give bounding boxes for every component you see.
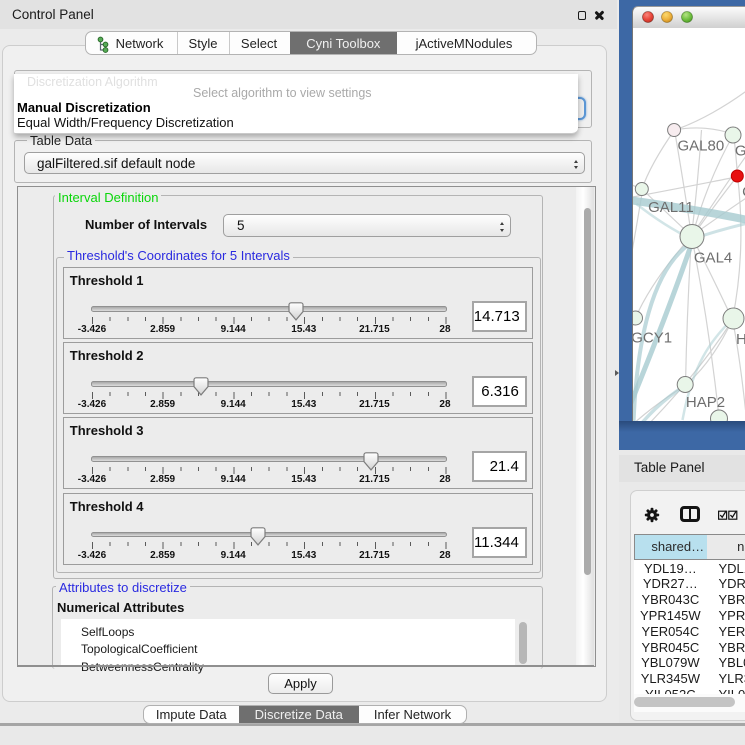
svg-text:GCY1: GCY1 <box>633 330 672 347</box>
svg-text:HAP2: HAP2 <box>685 394 724 411</box>
svg-text:H: H <box>736 331 745 348</box>
svg-text:C: C <box>742 184 745 201</box>
svg-text:GAL80: GAL80 <box>677 138 724 155</box>
svg-text:G.: G. <box>734 143 745 160</box>
svg-text:GAL4: GAL4 <box>693 250 731 267</box>
svg-text:GAL11: GAL11 <box>648 199 694 216</box>
